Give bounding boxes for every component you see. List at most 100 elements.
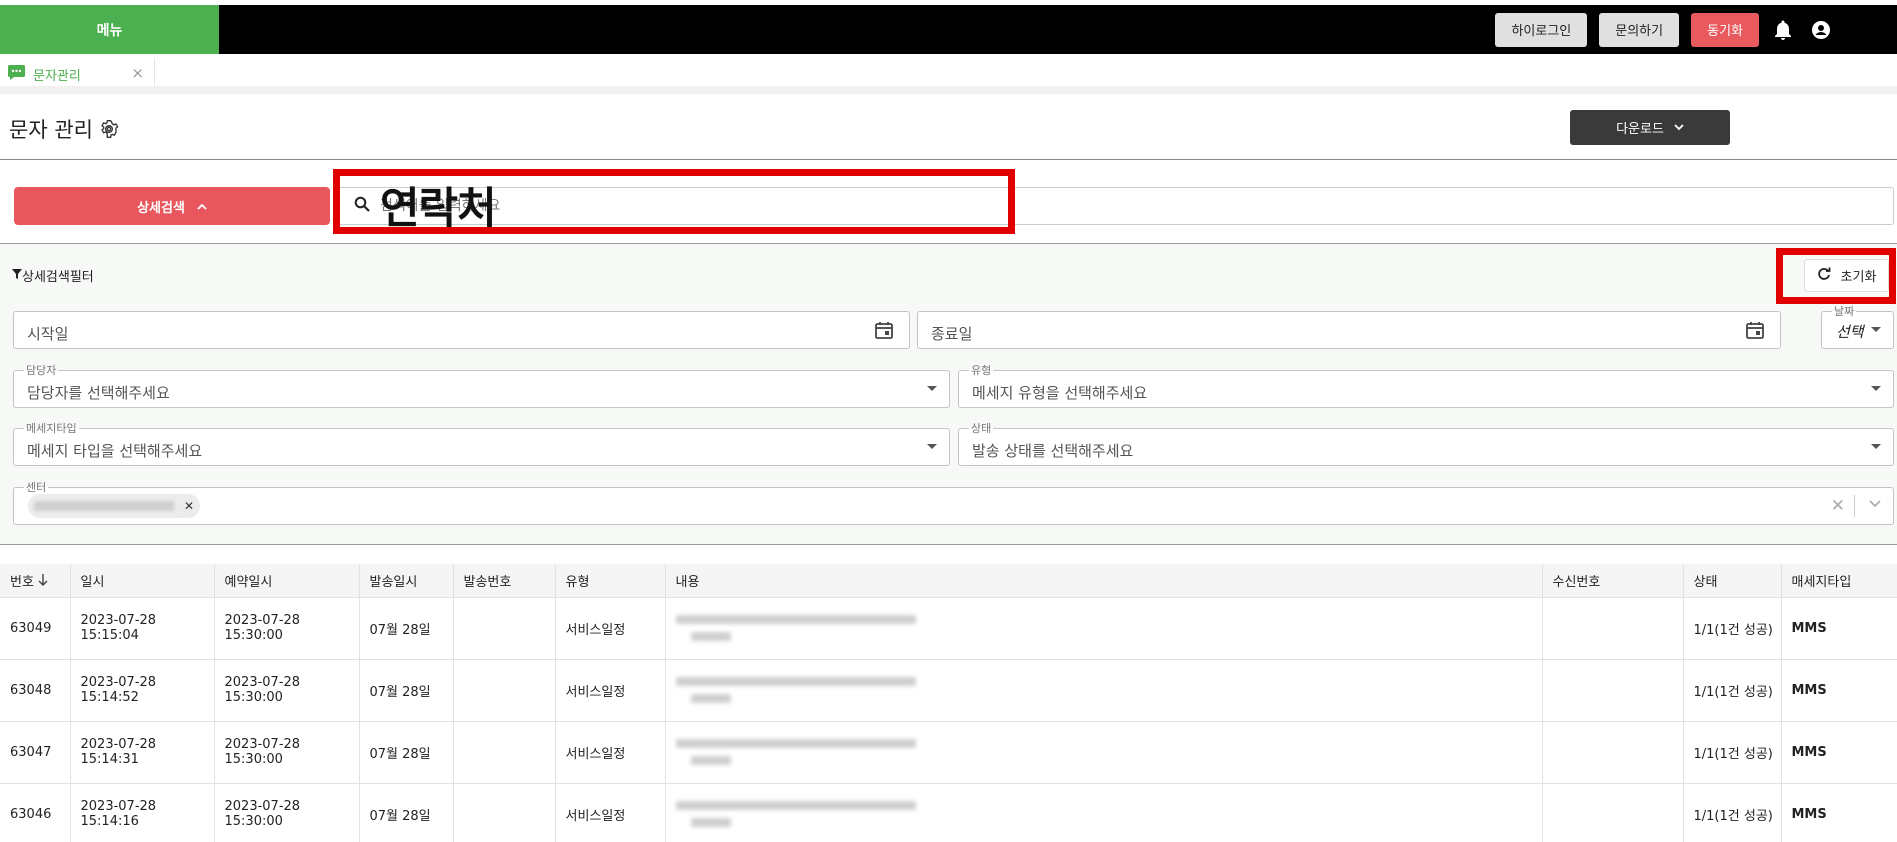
- cell-msg-type: MMS: [1781, 659, 1897, 722]
- page-title-text: 문자 관리: [9, 118, 93, 142]
- col-header-reserved[interactable]: 예약일시: [214, 564, 360, 598]
- col-header-sender[interactable]: 발송번호: [453, 564, 556, 598]
- inquiry-button[interactable]: 문의하기: [1599, 12, 1680, 47]
- status-label: 상태: [969, 420, 994, 436]
- filter-title: 상세검색필터: [12, 266, 94, 285]
- col-header-type[interactable]: 유형: [555, 564, 666, 598]
- clear-icon[interactable]: ✕: [1831, 496, 1845, 516]
- cell-no: 63049: [0, 597, 71, 660]
- gear-icon[interactable]: [99, 119, 119, 139]
- top-actions: 하이로그인 문의하기 동기화: [1495, 5, 1897, 54]
- close-icon[interactable]: ×: [131, 64, 144, 82]
- table-header: 번호 일시 예약일시 발송일시 발송번호 유형 내용 수신번호 상태 매세지타입: [0, 564, 1897, 598]
- select-separator: [1854, 495, 1855, 517]
- col-header-receiver[interactable]: 수신번호: [1542, 564, 1684, 598]
- table-row[interactable]: 63047 2023-07-28 15:14:31 2023-07-28 15:…: [0, 721, 1897, 784]
- type-select[interactable]: 유형 메세지 유형을 선택해주세요: [958, 362, 1894, 408]
- cell-receiver: [1542, 597, 1684, 660]
- cell-date: 2023-07-28 15:15:04: [70, 597, 215, 660]
- col-header-content[interactable]: 내용: [665, 564, 1543, 598]
- end-date-field[interactable]: 종료일: [917, 311, 1781, 349]
- cell-sent: 07월 28일: [359, 783, 454, 842]
- bell-icon[interactable]: [1771, 18, 1795, 42]
- chip-remove-icon[interactable]: ✕: [184, 499, 194, 513]
- cell-date: 2023-07-28 15:14:31: [70, 721, 215, 784]
- col-header-no[interactable]: 번호: [0, 564, 71, 598]
- cell-status: 1/1(1건 성공): [1683, 783, 1782, 842]
- status-placeholder: 발송 상태를 선택해주세요: [972, 442, 1134, 460]
- date-type-value: 선택: [1836, 323, 1864, 341]
- chevron-down-icon: [1674, 120, 1684, 135]
- col-header-status[interactable]: 상태: [1683, 564, 1782, 598]
- dropdown-arrow-icon: [1871, 386, 1881, 391]
- filter-title-text: 상세검색필터: [22, 270, 94, 285]
- manager-select[interactable]: 담당자 담당자를 선택해주세요: [13, 362, 950, 408]
- account-icon[interactable]: [1809, 18, 1833, 42]
- cell-msg-type: MMS: [1781, 721, 1897, 784]
- cell-no: 63046: [0, 783, 71, 842]
- chat-icon: [8, 64, 25, 84]
- cell-type: 서비스일정: [555, 721, 666, 784]
- page-title: 문자 관리: [9, 114, 119, 144]
- cell-content: [665, 659, 1543, 722]
- cell-sent: 07월 28일: [359, 721, 454, 784]
- end-date-placeholder: 종료일: [931, 325, 973, 343]
- cell-reserved: 2023-07-28 15:30:00: [214, 659, 360, 722]
- cell-sent: 07월 28일: [359, 659, 454, 722]
- detail-search-button[interactable]: 상세검색: [14, 187, 330, 225]
- start-date-field[interactable]: 시작일: [13, 311, 910, 349]
- sync-button[interactable]: 동기화: [1691, 12, 1759, 47]
- center-select[interactable]: 센터 ✕ ✕: [13, 479, 1894, 525]
- cell-type: 서비스일정: [555, 659, 666, 722]
- hilogin-button[interactable]: 하이로그인: [1495, 12, 1588, 47]
- manager-label: 담당자: [24, 362, 59, 378]
- type-label: 유형: [969, 362, 994, 378]
- menu-button[interactable]: 메뉴: [0, 5, 219, 54]
- table-row[interactable]: 63046 2023-07-28 15:14:16 2023-07-28 15:…: [0, 783, 1897, 842]
- cell-receiver: [1542, 659, 1684, 722]
- table-row[interactable]: 63048 2023-07-28 15:14:52 2023-07-28 15:…: [0, 659, 1897, 722]
- cell-status: 1/1(1건 성공): [1683, 659, 1782, 722]
- download-button[interactable]: 다운로드: [1570, 110, 1730, 145]
- calendar-icon[interactable]: [875, 321, 893, 339]
- tab-divider: [0, 86, 1897, 94]
- cell-sender: [453, 783, 556, 842]
- cell-date: 2023-07-28 15:14:52: [70, 659, 215, 722]
- start-date-placeholder: 시작일: [27, 325, 69, 343]
- cell-status: 1/1(1건 성공): [1683, 721, 1782, 784]
- tab-strip: 문자관리 ×: [0, 54, 1897, 94]
- filter-panel: 상세검색필터 초기화 시작일 종료일 날짜 선택 담당자 담당자를 선택해주세요…: [0, 243, 1897, 545]
- col-header-sent[interactable]: 발송일시: [359, 564, 454, 598]
- col-header-date[interactable]: 일시: [70, 564, 215, 598]
- calendar-icon[interactable]: [1746, 321, 1764, 339]
- tab-label: 문자관리: [33, 68, 81, 84]
- dropdown-arrow-icon: [927, 444, 937, 449]
- status-select[interactable]: 상태 발송 상태를 선택해주세요: [958, 420, 1894, 466]
- date-type-label: 날짜: [1832, 303, 1857, 319]
- chevron-up-icon: [197, 199, 207, 214]
- dropdown-arrow-icon: [1871, 327, 1881, 332]
- user-name-redacted: [1847, 21, 1893, 38]
- menu-label: 메뉴: [96, 22, 123, 39]
- cell-receiver: [1542, 721, 1684, 784]
- message-type-select[interactable]: 메세지타입 메세지 타입을 선택해주세요: [13, 420, 950, 466]
- type-placeholder: 메세지 유형을 선택해주세요: [972, 384, 1148, 402]
- table-row[interactable]: 63049 2023-07-28 15:15:04 2023-07-28 15:…: [0, 597, 1897, 660]
- cell-reserved: 2023-07-28 15:30:00: [214, 721, 360, 784]
- dropdown-arrow-icon: [927, 386, 937, 391]
- manager-placeholder: 담당자를 선택해주세요: [27, 384, 170, 402]
- cell-reserved: 2023-07-28 15:30:00: [214, 597, 360, 660]
- cell-date: 2023-07-28 15:14:16: [70, 783, 215, 842]
- center-chip: ✕: [28, 494, 201, 518]
- date-type-select[interactable]: 날짜 선택: [1821, 303, 1894, 349]
- chevron-down-icon[interactable]: [1869, 496, 1881, 512]
- download-label: 다운로드: [1616, 122, 1664, 137]
- message-type-label: 메세지타입: [24, 420, 79, 436]
- cell-sender: [453, 721, 556, 784]
- cell-content: [665, 597, 1543, 660]
- col-header-msg-type[interactable]: 매세지타입: [1781, 564, 1897, 598]
- message-type-placeholder: 메세지 타입을 선택해주세요: [27, 442, 203, 460]
- cell-sender: [453, 597, 556, 660]
- title-row: 문자 관리 다운로드: [0, 100, 1897, 160]
- cell-no: 63047: [0, 721, 71, 784]
